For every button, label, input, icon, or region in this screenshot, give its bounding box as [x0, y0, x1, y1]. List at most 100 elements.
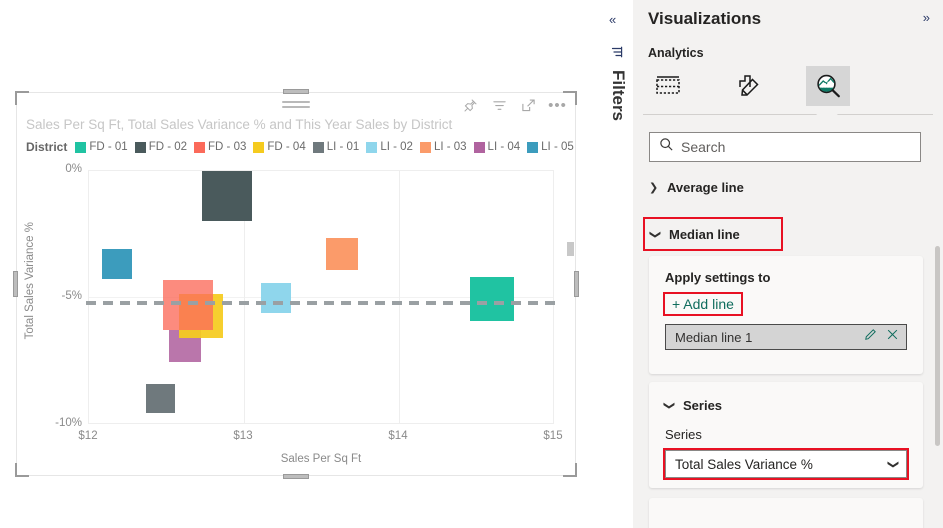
legend-item[interactable]: LI - 02 [366, 141, 413, 153]
average-line-label: Average line [667, 179, 744, 195]
legend-item[interactable]: FD - 04 [253, 141, 306, 153]
drag-grip-icon[interactable] [282, 101, 310, 111]
search-icon [659, 137, 674, 157]
expand-pane-icon[interactable]: » [923, 10, 930, 25]
legend-label: LI - 03 [433, 141, 467, 153]
y-axis-tick: -5% [61, 290, 82, 302]
median-line-label: Median line [669, 226, 740, 242]
x-axis-tick: $13 [233, 430, 253, 442]
average-line-header[interactable]: ❯ Average line [633, 172, 943, 202]
series-section-header[interactable]: ❯ Series [663, 394, 907, 416]
chevron-right-icon: ❯ [649, 181, 659, 194]
y-axis-tick: 0% [65, 163, 82, 175]
pane-scrollbar[interactable] [935, 246, 940, 446]
filter-pane-icon[interactable] [611, 45, 623, 63]
legend-swatch [253, 141, 265, 153]
analytics-panel-body: Search ❯ Average line ❯ Median line Appl… [633, 116, 943, 528]
series-field-label: Series [665, 427, 702, 442]
chart-legend[interactable]: District FD - 01 FD - 02 FD - 03 FD - 04… [26, 140, 581, 154]
scatter-marker-fd-03[interactable] [163, 280, 213, 330]
scatter-marker-li-01[interactable] [146, 384, 175, 413]
pane-title: Visualizations [648, 9, 762, 28]
analytics-magnifier-icon [816, 74, 840, 98]
apply-settings-card: Apply settings to + Add line Median line… [649, 256, 923, 374]
filter-icon[interactable] [491, 97, 508, 114]
visual-vertical-scrollbar[interactable] [567, 242, 574, 256]
resize-handle-bottom[interactable] [283, 474, 309, 479]
legend-item[interactable]: LI - 04 [473, 141, 521, 153]
resize-handle-top[interactable] [283, 89, 309, 94]
legend-label: LI - 02 [380, 141, 413, 153]
visual-title: Sales Per Sq Ft, Total Sales Variance % … [26, 117, 453, 132]
x-axis-title: Sales Per Sq Ft [280, 453, 362, 465]
series-dropdown[interactable]: Total Sales Variance % ❯ [665, 450, 907, 478]
median-line-item[interactable]: Median line 1 [665, 324, 907, 350]
collapse-filters-icon[interactable]: « [609, 12, 616, 27]
tab-analytics[interactable] [806, 66, 850, 106]
resize-handle-bottom-left[interactable] [15, 463, 29, 477]
section-average-line[interactable]: ❯ Average line [633, 172, 943, 202]
apply-settings-label: Apply settings to [665, 270, 771, 285]
scatter-marker-li-02[interactable] [261, 283, 291, 313]
pane-tab-row [643, 66, 933, 118]
series-section-label: Series [683, 397, 723, 413]
tab-format[interactable] [726, 66, 770, 106]
legend-item[interactable]: LI - 05 [527, 141, 574, 153]
pin-icon[interactable] [462, 97, 479, 114]
tab-fields[interactable] [646, 66, 690, 106]
legend-label: FD - 01 [89, 141, 128, 153]
scatter-visual-container[interactable]: ••• Sales Per Sq Ft, Total Sales Varianc… [13, 89, 579, 479]
plot-area[interactable] [86, 170, 559, 424]
y-axis-title: Total Sales Variance % [24, 222, 36, 340]
x-axis-tick: $15 [543, 430, 563, 442]
close-icon[interactable] [886, 328, 899, 346]
tab-separator [643, 114, 933, 115]
scatter-marker-li-05[interactable] [102, 249, 132, 279]
series-dropdown-value: Total Sales Variance % [675, 456, 813, 472]
legend-item[interactable]: FD - 03 [194, 141, 246, 153]
gridline-top [89, 170, 553, 171]
filters-pane-collapsed[interactable]: « Filters [600, 0, 634, 528]
focus-mode-icon[interactable] [520, 97, 537, 114]
active-tab-pointer [816, 106, 838, 115]
resize-handle-bottom-right[interactable] [563, 463, 577, 477]
median-line-item-actions[interactable] [864, 328, 899, 346]
legend-item[interactable]: LI - 01 [312, 141, 360, 153]
legend-label: FD - 04 [267, 141, 306, 153]
search-placeholder: Search [681, 139, 726, 155]
legend-swatch [419, 141, 431, 153]
fields-table-icon [656, 76, 680, 94]
chevron-down-icon: ❯ [649, 229, 661, 239]
resize-handle-top-left[interactable] [15, 91, 29, 105]
median-line-item-label: Median line 1 [675, 329, 753, 345]
scatter-marker-li-03[interactable] [326, 238, 358, 270]
chart-plot-wrapper: Total Sales Variance % 0% -5% -10% $12 $… [24, 162, 564, 465]
resize-handle-left[interactable] [13, 271, 18, 297]
scatter-marker-fd-01[interactable] [470, 277, 514, 321]
median-line-header[interactable]: ❯ Median line [643, 217, 783, 251]
legend-swatch [366, 141, 378, 153]
format-paintbrush-icon [738, 75, 759, 96]
report-canvas: ••• Sales Per Sq Ft, Total Sales Varianc… [0, 0, 600, 528]
legend-swatch [75, 141, 87, 153]
pencil-icon[interactable] [864, 328, 877, 346]
legend-item[interactable]: FD - 01 [75, 141, 128, 153]
section-median-line[interactable]: ❯ Median line [633, 217, 943, 251]
scatter-marker-fd-02[interactable] [202, 171, 252, 221]
resize-handle-right[interactable] [574, 271, 579, 297]
legend-label: LI - 01 [326, 141, 360, 153]
legend-item[interactable]: FD - 02 [134, 141, 187, 153]
median-reference-line [86, 301, 559, 305]
series-card: ❯ Series Series Total Sales Variance % ❯ [649, 382, 923, 488]
legend-swatch [527, 141, 539, 153]
more-options-icon[interactable]: ••• [548, 97, 566, 114]
visual-header-toolbar[interactable]: ••• [462, 97, 566, 114]
legend-item[interactable]: LI - 03 [419, 141, 467, 153]
legend-swatch [194, 141, 206, 153]
gridline-vertical [399, 170, 400, 423]
search-input[interactable]: Search [649, 132, 921, 162]
visualizations-pane: Visualizations » Analytics Search ❯ Aver… [633, 0, 943, 528]
legend-label: LI - 04 [487, 141, 521, 153]
add-line-button[interactable]: + Add line [663, 292, 743, 316]
power-bi-report-window: ••• Sales Per Sq Ft, Total Sales Varianc… [0, 0, 943, 528]
